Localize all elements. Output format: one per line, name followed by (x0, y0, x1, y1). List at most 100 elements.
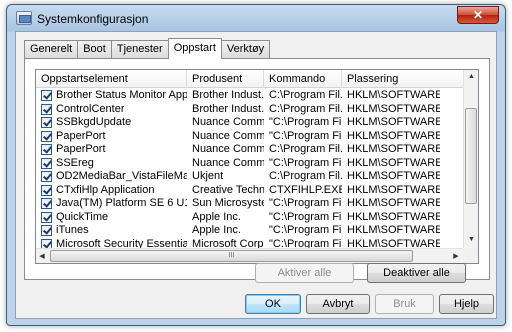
table-row[interactable]: SSEreg Nuance Comm... "C:\Program Fi... HKL… (36, 157, 464, 171)
apply-button[interactable]: Bruk (375, 294, 434, 314)
startup-item-cell: ControlCenter (36, 103, 187, 117)
vertical-scrollbar[interactable]: ▲ ▼ (463, 70, 478, 248)
table-row[interactable]: iTunes Apple Inc. "C:\Program Fi... HKLM\SO… (36, 224, 464, 238)
system-configuration-window: Systemkonfigurasjon ✕ Generelt Boot Tjen… (6, 4, 506, 326)
location-cell: HKLM\SOFTWARE\M... (347, 156, 440, 169)
window-title: Systemkonfigurasjon (37, 12, 149, 26)
enable-all-button[interactable]: Aktiver alle (255, 263, 354, 283)
horizontal-scrollbar[interactable]: ◀ III ▶ (36, 248, 464, 263)
location-cell: HKLM\SOFTWARE\M... (347, 116, 440, 128)
location-cell: HKLM\SOFTWARE\M... (347, 183, 440, 196)
table-row[interactable]: PaperPort Nuance Comm... "C:\Program Fi...… (36, 130, 464, 144)
startup-item-name: Brother Status Monitor Application (56, 89, 187, 101)
location-cell: HKLM\SOFTWARE\M... (347, 143, 440, 155)
scroll-left-arrow-icon[interactable]: ◀ (36, 252, 48, 260)
startup-item-checkbox[interactable] (41, 144, 52, 156)
command-cell: "C:\Program Fi... (269, 224, 342, 236)
command-cell: C:\Program Fil... (269, 89, 342, 101)
vertical-scroll-thumb[interactable] (465, 108, 477, 204)
table-row[interactable]: CTxfiHlp Application Creative Techn... CTX… (36, 184, 464, 198)
startup-item-checkbox[interactable] (41, 184, 52, 196)
location-cell: HKLM\SOFTWARE\M... (347, 89, 440, 101)
startup-item-checkbox[interactable] (41, 103, 52, 115)
manufacturer-cell: Brother Indust... (192, 89, 264, 101)
startup-item-name: PaperPort (56, 129, 106, 142)
manufacturer-cell: Apple Inc. (192, 210, 241, 223)
close-button[interactable]: ✕ (457, 6, 499, 24)
table-row[interactable]: SSBkgdUpdate Nuance Comm... "C:\Program Fi… (36, 116, 464, 130)
location-cell: HKLM\SOFTWARE\M... (347, 129, 440, 142)
title-bar[interactable]: Systemkonfigurasjon ✕ (7, 5, 505, 31)
startup-item-cell: CTxfiHlp Application (36, 184, 187, 198)
command-cell: "C:\Program Fi... (269, 210, 342, 223)
startup-item-checkbox[interactable] (41, 157, 52, 169)
startup-item-cell: SSBkgdUpdate (36, 116, 187, 130)
tab-tools[interactable]: Verktøy (220, 40, 271, 58)
column-header-command[interactable]: Kommando (264, 70, 342, 88)
table-row[interactable]: ControlCenter Brother Indust... C:\Program… (36, 103, 464, 117)
startup-item-name: SSBkgdUpdate (56, 116, 132, 128)
command-cell: "C:\Program Fi... (269, 129, 342, 142)
system-config-icon (16, 11, 32, 25)
startup-item-checkbox[interactable] (41, 211, 52, 223)
startup-tab-panel: Oppstartselement Produsent Kommando Plas… (24, 58, 490, 280)
manufacturer-cell: Nuance Comm... (192, 116, 264, 128)
startup-item-name: QuickTime (56, 210, 109, 223)
column-header-manufacturer[interactable]: Produsent (187, 70, 264, 88)
command-cell: C:\Program Fil... (269, 170, 342, 182)
command-cell: "C:\Program Fi... (269, 116, 342, 128)
table-row[interactable]: QuickTime Apple Inc. "C:\Program Fi... HKLM… (36, 211, 464, 225)
location-cell: HKLM\SOFTWARE\M... (347, 197, 440, 209)
manufacturer-cell: Nuance Comm... (192, 129, 264, 142)
startup-item-cell: QuickTime (36, 211, 187, 225)
tab-general[interactable]: Generelt (24, 40, 79, 58)
startup-item-cell: Brother Status Monitor Application (36, 89, 187, 103)
startup-item-checkbox[interactable] (41, 171, 52, 183)
cancel-button[interactable]: Avbryt (306, 294, 370, 314)
horizontal-scroll-thumb[interactable]: III (50, 250, 413, 262)
startup-item-name: Java(TM) Platform SE 6 U15 (56, 197, 187, 209)
startup-item-checkbox[interactable] (41, 130, 52, 142)
command-cell: "C:\Program Fi... (269, 197, 342, 209)
location-cell: HKLM\SOFTWARE\M... (347, 224, 440, 236)
scroll-down-arrow-icon[interactable]: ▼ (464, 236, 478, 243)
startup-item-cell: Java(TM) Platform SE 6 U15 (36, 197, 187, 211)
startup-item-cell: iTunes (36, 224, 187, 238)
command-cell: C:\Program Fil... (269, 143, 342, 155)
tab-startup[interactable]: Oppstart (167, 38, 222, 59)
startup-items-list: Oppstartselement Produsent Kommando Plas… (35, 69, 479, 264)
command-cell: CTXFIHLP.EXE (269, 183, 342, 196)
startup-item-name: OD2MediaBar_VistaFileManager (56, 170, 187, 182)
list-header: Oppstartselement Produsent Kommando Plas… (36, 70, 464, 88)
startup-item-cell: SSEreg (36, 157, 187, 171)
manufacturer-cell: Brother Indust... (192, 102, 264, 115)
startup-item-checkbox[interactable] (41, 90, 52, 102)
startup-item-checkbox[interactable] (41, 198, 52, 210)
startup-item-cell: PaperPort (36, 143, 187, 157)
column-header-startup-item[interactable]: Oppstartselement (36, 70, 187, 88)
location-cell: HKLM\SOFTWARE\M... (347, 170, 440, 182)
manufacturer-cell: Sun Microsyste... (192, 197, 264, 209)
dialog-client-area: Generelt Boot Tjenester Oppstart Verktøy… (15, 31, 497, 319)
tab-boot[interactable]: Boot (77, 40, 112, 58)
startup-item-cell: PaperPort (36, 130, 187, 144)
table-row[interactable]: Brother Status Monitor Application Brothe… (36, 89, 464, 103)
manufacturer-cell: Apple Inc. (192, 224, 241, 236)
startup-item-checkbox[interactable] (41, 117, 52, 129)
column-header-location[interactable]: Plassering (342, 70, 464, 88)
startup-item-checkbox[interactable] (41, 225, 52, 237)
ok-button[interactable]: OK (245, 294, 301, 314)
tab-services[interactable]: Tjenester (110, 40, 169, 58)
command-cell: "C:\Program Fi... (269, 156, 342, 169)
table-row[interactable]: PaperPort Nuance Comm... C:\Program Fil...… (36, 143, 464, 157)
help-button[interactable]: Hjelp (439, 294, 494, 314)
startup-item-cell: OD2MediaBar_VistaFileManager (36, 170, 187, 184)
disable-all-button[interactable]: Deaktiver alle (367, 263, 466, 283)
scroll-up-arrow-icon[interactable]: ▲ (464, 73, 478, 80)
manufacturer-cell: Nuance Comm... (192, 143, 264, 155)
table-row[interactable]: Java(TM) Platform SE 6 U15 Sun Microsyste… (36, 197, 464, 211)
list-rows: Brother Status Monitor Application Brothe… (36, 89, 464, 251)
tab-strip: Generelt Boot Tjenester Oppstart Verktøy (24, 38, 271, 59)
scroll-right-arrow-icon[interactable]: ▶ (450, 252, 462, 260)
table-row[interactable]: OD2MediaBar_VistaFileManager Ukjent C:\Pro… (36, 170, 464, 184)
